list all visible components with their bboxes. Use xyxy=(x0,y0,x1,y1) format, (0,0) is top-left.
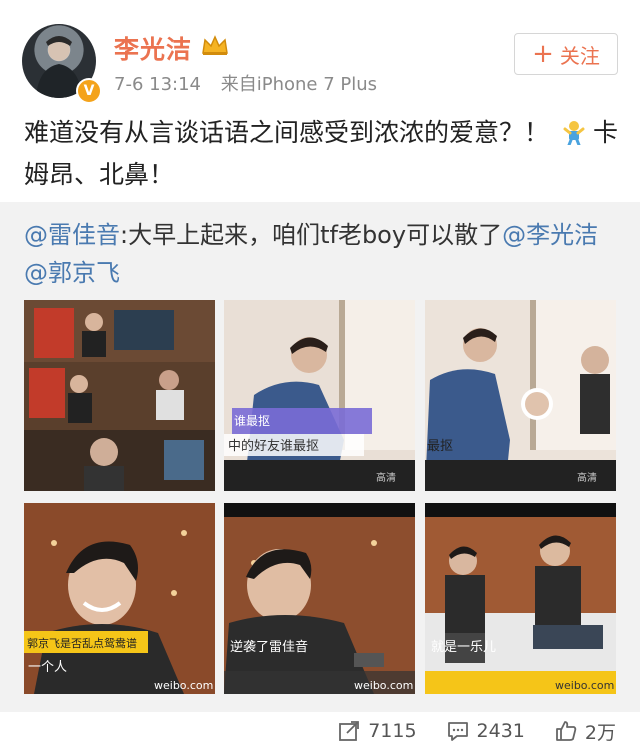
repost-author-link[interactable]: @雷佳音 xyxy=(24,221,120,249)
image-caption-2: 中的好友谁最抠 xyxy=(228,438,319,454)
image-watermark-4: weibo.com xyxy=(154,679,213,692)
svg-text:郭京飞是否乱点鸳鸯谱: 郭京飞是否乱点鸳鸯谱 xyxy=(27,636,137,650)
action-bar: 7115 2431 2万 xyxy=(0,712,640,750)
comment-count: 2431 xyxy=(476,720,525,742)
image-caption-6: 就是一乐儿 xyxy=(431,640,496,655)
crown-icon xyxy=(202,35,228,55)
svg-text:高清: 高清 xyxy=(376,471,396,484)
repost-icon xyxy=(339,721,360,741)
image-caption-3: 最抠 xyxy=(427,439,453,454)
repost-colon: : xyxy=(120,221,129,249)
post-source: 来自iPhone 7 Plus xyxy=(220,74,378,95)
post-header: V 李光洁 7-6 13:14 来自iPhone 7 Plus + 关注 xyxy=(0,0,640,110)
image-caption-5: 逆袭了雷佳音 xyxy=(230,639,308,655)
svg-text:谁最抠: 谁最抠 xyxy=(234,414,270,428)
username[interactable]: 李光洁 xyxy=(114,30,192,66)
image-caption-4: 一个人 xyxy=(28,660,67,675)
repost-action[interactable]: 7115 xyxy=(338,720,417,742)
repost-image-2[interactable]: 谁最抠 中的好友谁最抠 高清 xyxy=(224,300,415,491)
repost-image-6[interactable]: 就是一乐儿 weibo.com xyxy=(425,503,616,694)
like-count: 2万 xyxy=(584,721,616,744)
follow-button[interactable]: + 关注 xyxy=(514,33,618,75)
repost-card[interactable]: @雷佳音:大早上起来，咱们tf老boy可以散了@李光洁 @郭京飞 谁最抠 中的好… xyxy=(0,202,640,712)
repost-count: 7115 xyxy=(368,720,417,742)
repost-body: 大早上起来，咱们tf老boy可以散了 xyxy=(128,221,503,249)
image-watermark-5: weibo.com xyxy=(354,679,413,692)
post-text: 难道没有从言谈话语之间感受到浓浓的爱意？！ 卡姆昂、北鼻！ xyxy=(24,112,624,196)
repost-image-3[interactable]: 最抠 高清 xyxy=(425,300,616,491)
post-time: 7-6 13:14 xyxy=(114,74,201,95)
comment-action[interactable]: 2431 xyxy=(447,720,525,742)
verified-badge-icon: V xyxy=(76,78,102,104)
image-watermark-6: weibo.com xyxy=(555,679,614,692)
like-action[interactable]: 2万 xyxy=(555,718,616,745)
dancing-emoji-icon xyxy=(563,121,585,145)
post-text-main: 难道没有从言谈话语之间感受到浓浓的爱意？！ xyxy=(24,118,550,147)
mention-link-1[interactable]: @李光洁 xyxy=(502,221,598,249)
comment-icon xyxy=(447,722,468,741)
svg-text:高清: 高清 xyxy=(577,471,597,484)
plus-icon: + xyxy=(532,39,554,69)
mention-link-2[interactable]: @郭京飞 xyxy=(24,259,120,287)
repost-text: @雷佳音:大早上起来，咱们tf老boy可以散了@李光洁 @郭京飞 xyxy=(24,216,620,292)
repost-image-5[interactable]: 逆袭了雷佳音 weibo.com xyxy=(224,503,415,694)
thumbs-up-icon xyxy=(556,721,577,741)
repost-image-1[interactable] xyxy=(24,300,215,491)
post-meta: 7-6 13:14 来自iPhone 7 Plus xyxy=(114,70,391,96)
follow-label: 关注 xyxy=(559,43,600,68)
repost-image-4[interactable]: 郭京飞是否乱点鸳鸯谱 一个人 weibo.com xyxy=(24,503,215,694)
